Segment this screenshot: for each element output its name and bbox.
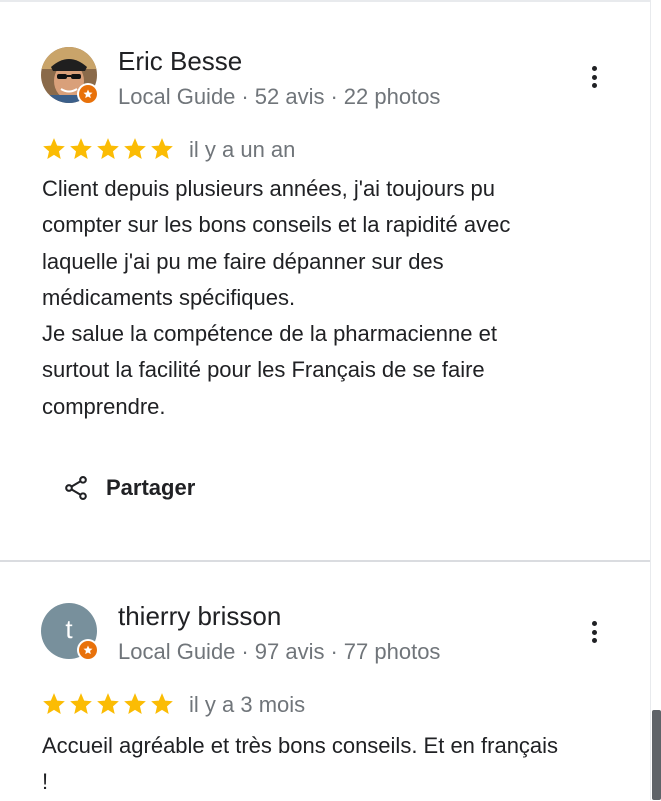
review-time: il y a 3 mois xyxy=(189,692,306,717)
scrollbar-thumb[interactable] xyxy=(652,710,661,800)
star-badge-icon xyxy=(83,89,93,99)
star-rating xyxy=(41,691,175,717)
avatar[interactable] xyxy=(41,47,99,105)
more-options-button[interactable] xyxy=(582,617,606,647)
star-icon xyxy=(70,693,92,714)
star-icon xyxy=(43,693,65,714)
star-icon xyxy=(151,693,173,714)
star-icon xyxy=(43,138,65,159)
review-card: Eric Besse Local Guide · 52 avis · 22 photos… xyxy=(0,0,650,560)
star-icon xyxy=(124,138,146,159)
review-text: Client depuis plusieurs années, j'ai tou… xyxy=(42,176,511,419)
review-text: Accueil agréable et très bons conseils. … xyxy=(42,733,559,795)
star-icon xyxy=(97,138,119,159)
reviews-count: 52 avis xyxy=(254,84,325,109)
share-button[interactable]: Partager xyxy=(62,474,195,502)
share-label: Partager xyxy=(106,475,196,500)
local-guide-label: Local Guide xyxy=(118,84,236,109)
share-icon xyxy=(65,475,87,501)
star-icon xyxy=(70,138,92,159)
avatar[interactable]: t xyxy=(41,603,99,661)
more-vert-icon xyxy=(591,66,597,71)
author-name[interactable]: thierry brisson xyxy=(118,601,281,632)
review-time: il y a un an xyxy=(189,137,296,162)
local-guide-label: Local Guide xyxy=(118,639,236,664)
more-vert-icon xyxy=(591,621,597,626)
review-card: t thierry brisson Local Guide · 97 avis · 77… xyxy=(0,562,650,800)
star-icon xyxy=(97,693,119,714)
author-meta: Local Guide · 52 avis · 22 photos xyxy=(118,84,441,109)
star-icon xyxy=(151,138,173,159)
author-name[interactable]: Eric Besse xyxy=(118,46,242,77)
more-options-button[interactable] xyxy=(582,62,606,92)
local-guide-badge xyxy=(77,639,99,661)
star-badge-icon xyxy=(83,645,93,655)
author-meta: Local Guide · 97 avis · 77 photos xyxy=(118,639,441,664)
star-rating xyxy=(41,136,175,162)
photos-count: 77 photos xyxy=(343,639,441,664)
local-guide-badge xyxy=(77,83,99,105)
panel-border xyxy=(650,0,651,800)
star-icon xyxy=(124,693,146,714)
reviews-count: 97 avis xyxy=(254,639,325,664)
photos-count: 22 photos xyxy=(343,84,441,109)
